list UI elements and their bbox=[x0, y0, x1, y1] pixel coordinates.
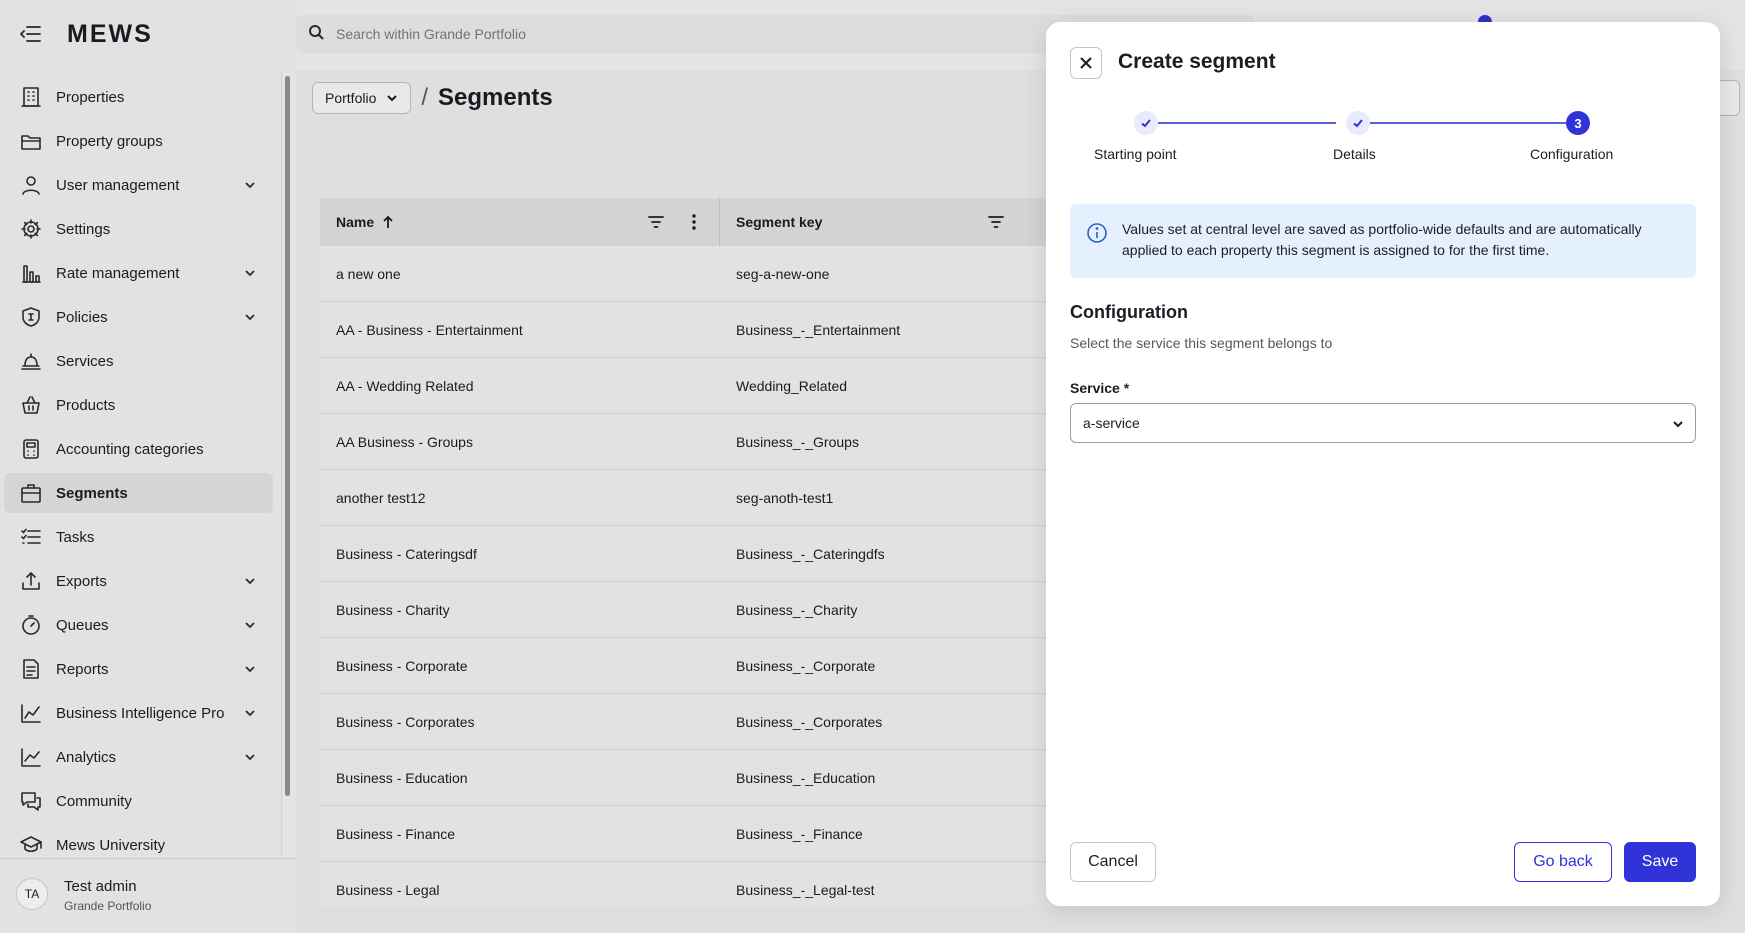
step-label-starting-point[interactable]: Starting point bbox=[1094, 146, 1177, 162]
stepper-connector bbox=[1158, 122, 1336, 124]
panel-title: Create segment bbox=[1118, 50, 1276, 73]
step-2-check-icon[interactable] bbox=[1346, 111, 1370, 135]
save-button[interactable]: Save bbox=[1624, 842, 1696, 882]
create-segment-panel: Create segment Starting point Details 3 … bbox=[1046, 22, 1720, 906]
service-field-label: Service * bbox=[1070, 380, 1130, 396]
chevron-down-icon bbox=[1671, 417, 1685, 431]
service-select[interactable]: a-service bbox=[1070, 403, 1696, 443]
service-select-value: a-service bbox=[1083, 415, 1140, 431]
section-title: Configuration bbox=[1070, 302, 1188, 322]
go-back-button[interactable]: Go back bbox=[1514, 842, 1612, 882]
info-icon bbox=[1086, 222, 1108, 244]
close-button[interactable] bbox=[1070, 47, 1102, 79]
stepper-connector bbox=[1370, 122, 1566, 124]
close-icon bbox=[1080, 57, 1092, 69]
step-1-check-icon[interactable] bbox=[1134, 111, 1158, 135]
info-text: Values set at central level are saved as… bbox=[1122, 221, 1642, 258]
info-banner: Values set at central level are saved as… bbox=[1070, 204, 1696, 278]
step-label-details[interactable]: Details bbox=[1333, 146, 1376, 162]
step-3-current: 3 bbox=[1566, 111, 1590, 135]
section-subtitle: Select the service this segment belongs … bbox=[1070, 335, 1333, 351]
cancel-button[interactable]: Cancel bbox=[1070, 842, 1156, 882]
step-label-configuration: Configuration bbox=[1530, 146, 1614, 162]
